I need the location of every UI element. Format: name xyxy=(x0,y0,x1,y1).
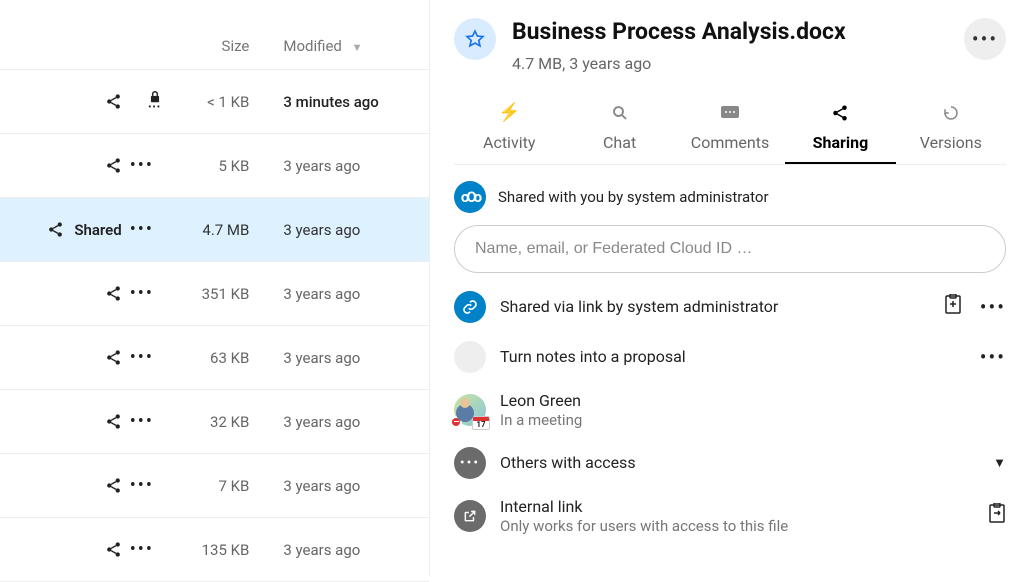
row-more-icon[interactable]: ••• xyxy=(130,539,154,560)
dnd-status-icon xyxy=(450,416,462,428)
share-icon[interactable] xyxy=(47,221,64,238)
tab-activity[interactable]: ⚡ Activity xyxy=(454,103,564,164)
history-icon xyxy=(942,103,960,123)
file-row[interactable]: ••• 135 KB3 years ago xyxy=(0,518,429,582)
lightning-icon: ⚡ xyxy=(498,103,520,123)
tab-chat[interactable]: Chat xyxy=(564,103,674,164)
tab-activity-label: Activity xyxy=(483,133,535,152)
row-more-icon[interactable]: ••• xyxy=(130,283,154,304)
header-size[interactable]: Size xyxy=(180,37,260,55)
header-modified-label: Modified xyxy=(283,37,341,55)
nextcloud-icon: oOo xyxy=(454,181,486,213)
file-modified: 3 years ago xyxy=(259,541,429,559)
file-list-header: Size Modified ▼ xyxy=(0,0,429,70)
file-row[interactable]: •••< 1 KB3 minutes ago xyxy=(0,70,429,134)
file-row[interactable]: ••• 351 KB3 years ago xyxy=(0,262,429,326)
row-more-icon[interactable]: ••• xyxy=(130,411,154,432)
internal-clipboard-icon[interactable] xyxy=(988,503,1006,528)
row-more-icon[interactable]: ••• xyxy=(130,155,154,176)
tab-comments[interactable]: Comments xyxy=(675,103,785,164)
link-share-more-icon[interactable]: ••• xyxy=(980,295,1006,319)
calendar-badge-icon: 17 xyxy=(472,416,490,430)
file-row[interactable]: Shared ••• 4.7 MB3 years ago xyxy=(0,198,429,262)
row-more-icon[interactable]: ••• xyxy=(130,475,154,496)
file-modified: 3 years ago xyxy=(259,221,429,239)
share-icon[interactable] xyxy=(105,93,122,110)
favorite-toggle[interactable] xyxy=(454,18,496,60)
file-row[interactable]: ••• 5 KB3 years ago xyxy=(0,134,429,198)
share-icon[interactable] xyxy=(105,413,122,430)
share-icon[interactable] xyxy=(105,477,122,494)
link-share-label: Shared via link by system administrator xyxy=(500,297,930,316)
shared-by-text: Shared with you by system administrator xyxy=(498,188,769,206)
details-tabs: ⚡ Activity Chat Comments Sharing Versi xyxy=(454,103,1006,165)
details-panel: Business Process Analysis.docx 4.7 MB, 3… xyxy=(430,0,1024,576)
file-meta: 4.7 MB, 3 years ago xyxy=(512,54,846,73)
comment-icon xyxy=(721,103,739,123)
file-size: 135 KB xyxy=(180,541,260,559)
proposal-label: Turn notes into a proposal xyxy=(500,347,966,366)
chevron-down-icon[interactable]: ▼ xyxy=(993,455,1006,471)
search-icon xyxy=(611,103,629,123)
proposal-avatar xyxy=(454,341,486,373)
sort-desc-icon: ▼ xyxy=(352,41,363,54)
file-modified: 3 minutes ago xyxy=(259,93,429,111)
external-link-icon xyxy=(454,500,486,532)
file-size: 5 KB xyxy=(180,157,260,175)
internal-link-sub: Only works for users with access to this… xyxy=(500,517,974,535)
file-title: Business Process Analysis.docx xyxy=(512,18,846,46)
file-size: < 1 KB xyxy=(180,93,260,111)
file-modified: 3 years ago xyxy=(259,285,429,303)
file-modified: 3 years ago xyxy=(259,349,429,367)
file-list: Size Modified ▼ •••< 1 KB3 minutes ago••… xyxy=(0,0,430,576)
others-icon: ••• xyxy=(454,447,486,479)
user-status: In a meeting xyxy=(500,411,1006,429)
tab-sharing-label: Sharing xyxy=(813,133,869,152)
header-modified[interactable]: Modified ▼ xyxy=(259,37,429,55)
link-share-entry: Shared via link by system administrator … xyxy=(454,291,1006,323)
file-size: 351 KB xyxy=(180,285,260,303)
share-icon[interactable] xyxy=(105,285,122,302)
file-size: 63 KB xyxy=(180,349,260,367)
row-more-icon[interactable]: ••• xyxy=(130,219,154,240)
share-icon[interactable] xyxy=(105,541,122,558)
star-icon xyxy=(465,29,485,49)
tab-versions[interactable]: Versions xyxy=(896,103,1006,164)
share-search-input[interactable] xyxy=(454,225,1006,273)
file-row[interactable]: ••• 32 KB3 years ago xyxy=(0,390,429,454)
file-size: 4.7 MB xyxy=(180,221,260,239)
file-size: 32 KB xyxy=(180,413,260,431)
user-name: Leon Green xyxy=(500,391,1006,410)
shared-label: Shared xyxy=(74,221,121,239)
tab-chat-label: Chat xyxy=(603,133,636,152)
user-share-entry: 17 Leon Green In a meeting xyxy=(454,391,1006,429)
shared-by-row: oOo Shared with you by system administra… xyxy=(454,181,1006,213)
others-label: Others with access xyxy=(500,453,979,472)
share-icon[interactable] xyxy=(105,157,122,174)
share-icon xyxy=(831,103,849,123)
file-modified: 3 years ago xyxy=(259,413,429,431)
user-avatar: 17 xyxy=(454,394,486,426)
others-entry[interactable]: ••• Others with access ▼ xyxy=(454,447,1006,479)
proposal-entry: Turn notes into a proposal ••• xyxy=(454,341,1006,373)
share-icon[interactable] xyxy=(105,349,122,366)
file-row[interactable]: ••• 63 KB3 years ago xyxy=(0,326,429,390)
row-more-icon[interactable]: ••• xyxy=(130,347,154,368)
file-modified: 3 years ago xyxy=(259,477,429,495)
lock-icon[interactable]: ••• xyxy=(130,90,180,113)
more-actions-button[interactable]: ••• xyxy=(964,18,1006,60)
proposal-more-icon[interactable]: ••• xyxy=(980,345,1006,369)
file-modified: 3 years ago xyxy=(259,157,429,175)
file-size: 7 KB xyxy=(180,477,260,495)
tab-sharing[interactable]: Sharing xyxy=(785,103,895,164)
internal-link-entry: Internal link Only works for users with … xyxy=(454,497,1006,535)
clipboard-icon[interactable] xyxy=(944,294,962,319)
file-row[interactable]: ••• 7 KB3 years ago xyxy=(0,454,429,518)
tab-comments-label: Comments xyxy=(691,133,769,152)
internal-link-title: Internal link xyxy=(500,497,974,516)
tab-versions-label: Versions xyxy=(920,133,982,152)
link-icon xyxy=(454,291,486,323)
